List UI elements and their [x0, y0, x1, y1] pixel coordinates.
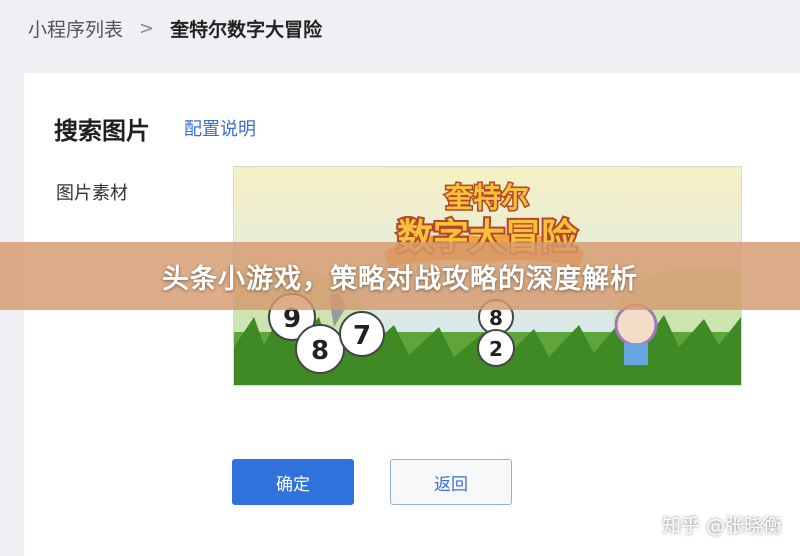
page-title: 搜索图片 — [54, 117, 150, 145]
svg-text:2: 2 — [489, 337, 503, 361]
source-watermark: 知乎 @张晓衡 — [661, 515, 782, 537]
config-help-link[interactable]: 配置说明 — [184, 115, 256, 141]
banner-title: 头条小游戏，策略对战攻略的深度解析 — [162, 263, 638, 295]
content-card: 搜索图片 配置说明 图片素材 奎特尔 数字大冒险 9 8 7 8 2 确定 返回 — [24, 73, 800, 556]
title-banner-overlay: 头条小游戏，策略对战攻略的深度解析 — [0, 242, 800, 310]
image-material-label: 图片素材 — [56, 183, 128, 204]
breadcrumb-current: 奎特尔数字大冒险 — [170, 18, 323, 41]
breadcrumb-parent-link[interactable]: 小程序列表 — [28, 15, 123, 42]
back-button[interactable]: 返回 — [390, 459, 512, 505]
chevron-right-icon: > — [139, 17, 155, 39]
game-logo-line1: 奎特尔 — [444, 181, 529, 214]
svg-text:8: 8 — [311, 336, 329, 366]
breadcrumb: 小程序列表 > 奎特尔数字大冒险 — [28, 15, 323, 42]
svg-text:7: 7 — [353, 321, 371, 351]
confirm-button[interactable]: 确定 — [232, 459, 354, 505]
